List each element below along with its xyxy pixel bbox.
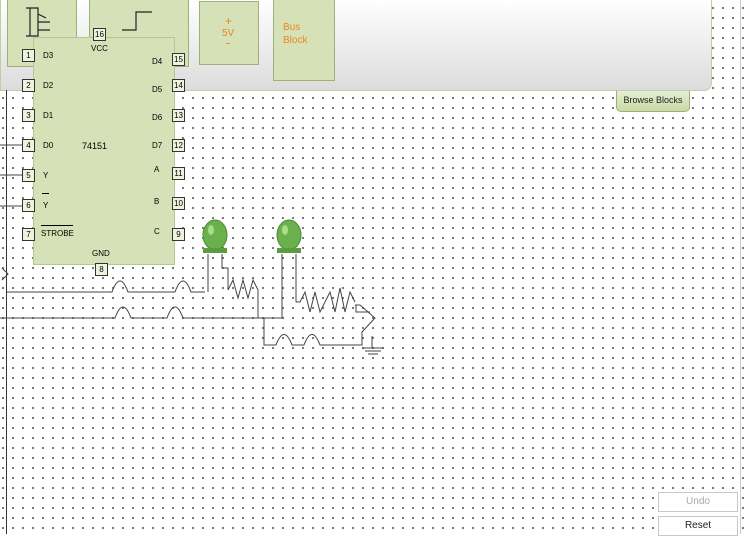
pin-14[interactable]: 14 [172,79,185,92]
pin-7-label: STROBE [41,229,74,238]
pin-12-label: D7 [152,141,163,150]
pin-5-label: Y [43,171,49,180]
pin-15[interactable]: 15 [172,53,185,66]
led-1-body [202,219,228,251]
pin-6[interactable]: 6 [22,199,35,212]
pin-16[interactable]: 16 [93,28,106,41]
pin-11-label: A [154,165,160,174]
led-2-base [277,248,301,253]
pin-7[interactable]: 7 [22,228,35,241]
pin-13[interactable]: 13 [172,109,185,122]
led-1-highlight [208,225,214,235]
pin-1[interactable]: 1 [22,49,35,62]
pin-8-label: GND [92,249,110,258]
pin-2-label: D2 [43,81,54,90]
bus-block[interactable]: Bus Block [273,0,335,81]
pin-14-label: D5 [152,85,163,94]
pin-7-overbar [41,225,73,226]
led-1-base [203,248,227,253]
pin-10-label: B [154,197,160,206]
pin-5[interactable]: 5 [22,169,35,182]
pin-16-label: VCC [91,44,108,53]
pin-12[interactable]: 12 [172,139,185,152]
led-2-highlight [282,225,288,235]
undo-button[interactable]: Undo [658,492,738,512]
pin-9-label: C [154,227,160,236]
canvas-right-edge [740,0,741,534]
power-block[interactable]: + 5V - [199,1,259,65]
bus-block-label-1: Bus [283,22,301,33]
pin-3[interactable]: 3 [22,109,35,122]
power-minus-label: - [226,35,231,50]
pin-10[interactable]: 10 [172,197,185,210]
canvas-left-edge [6,90,7,534]
pin-2[interactable]: 2 [22,79,35,92]
pin-9[interactable]: 9 [172,228,185,241]
pin-15-label: D4 [152,57,163,66]
led-1-icon[interactable] [200,216,230,256]
pin-13-label: D6 [152,113,163,122]
bus-block-label-2: Block [283,35,308,46]
led-2-body [276,219,302,251]
pin-6-overbar [42,193,49,194]
reset-button[interactable]: Reset [658,516,738,536]
pin-6-label: Y [43,201,49,210]
pin-3-label: D1 [43,111,54,120]
power-plus-label: + [225,14,233,28]
pin-4-label: D0 [43,141,54,150]
pin-1-label: D3 [43,51,54,60]
pin-4[interactable]: 4 [22,139,35,152]
pin-8[interactable]: 8 [95,263,108,276]
chip-part-number: 74151 [82,141,108,151]
led-2-icon[interactable] [274,216,304,256]
browse-blocks-button[interactable]: Browse Blocks [616,91,690,112]
pin-11[interactable]: 11 [172,167,185,180]
